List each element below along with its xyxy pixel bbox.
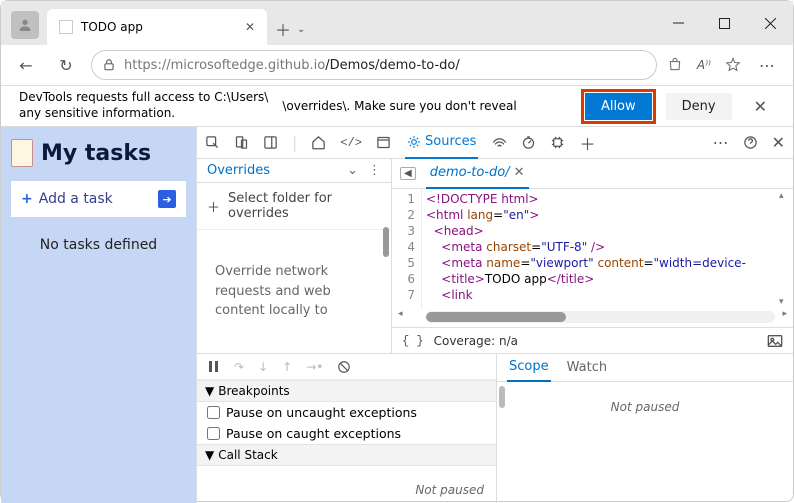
breakpoints-section[interactable]: ▼ Breakpoints — [197, 380, 496, 402]
coverage-bar: { } Coverage: n/a — [392, 327, 793, 353]
devtools-body: Overrides ⌄⋮ ＋Select folder for override… — [197, 159, 793, 353]
overrides-description: Override network requests and web conten… — [197, 230, 391, 353]
step-into-icon[interactable]: ↓ — [258, 360, 268, 374]
permission-message-2: \overrides\. Make sure you don't reveal — [282, 99, 571, 113]
clipboard-icon — [11, 139, 33, 167]
panel-more-icon[interactable]: ⋮ — [368, 163, 381, 178]
dismiss-bar-icon[interactable]: ✕ — [746, 97, 775, 116]
file-tab[interactable]: demo-to-do/ ✕ — [426, 159, 529, 189]
close-window-button[interactable] — [747, 7, 793, 39]
watch-tab[interactable]: Watch — [567, 360, 607, 375]
help-icon[interactable] — [743, 135, 758, 150]
pause-icon[interactable] — [207, 360, 220, 373]
scrollbar-thumb[interactable] — [383, 227, 389, 257]
window-titlebar: TODO app ✕ ＋ ⌄ — [1, 1, 793, 45]
favorite-icon[interactable] — [725, 57, 741, 73]
page-icon — [59, 20, 73, 34]
workspace: My tasks + Add a task ➔ No tasks defined… — [1, 127, 793, 503]
url-input[interactable]: https://microsoftedge.github.io/Demos/de… — [91, 50, 657, 80]
pause-caught-checkbox[interactable]: Pause on caught exceptions — [197, 423, 496, 444]
debugger-right: Scope Watch Not paused — [497, 354, 793, 503]
scope-scrollbar[interactable] — [499, 386, 505, 408]
chevron-down-icon[interactable]: ⌄ — [347, 163, 358, 178]
devtools-panel: | </> Sources ＋ ⋯ ✕ Overrides — [196, 127, 793, 503]
step-over-icon[interactable]: ↷ — [234, 360, 244, 374]
back-button[interactable]: ← — [11, 50, 41, 80]
lock-icon — [102, 58, 116, 72]
horizontal-scrollbar[interactable] — [426, 311, 775, 323]
address-bar: ← ↻ https://microsoftedge.github.io/Demo… — [1, 45, 793, 85]
tab-title: TODO app — [81, 20, 235, 34]
pause-uncaught-checkbox[interactable]: Pause on uncaught exceptions — [197, 402, 496, 423]
network-icon[interactable] — [492, 135, 507, 150]
pretty-print-icon[interactable]: { } — [402, 334, 424, 348]
select-folder-button[interactable]: ＋Select folder for overrides — [197, 183, 391, 230]
device-icon[interactable] — [234, 135, 249, 150]
deny-button[interactable]: Deny — [666, 93, 732, 120]
submit-task-icon[interactable]: ➔ — [158, 190, 176, 208]
sources-tab[interactable]: Sources — [405, 127, 478, 159]
shopping-icon[interactable] — [667, 57, 683, 73]
callstack-not-paused: Not paused — [197, 466, 496, 503]
more-icon[interactable]: ⋯ — [713, 133, 729, 152]
debugger-panel: ↷ ↓ ↑ →• ▼ Breakpoints Pause on uncaught… — [197, 353, 793, 503]
close-devtools-icon[interactable]: ✕ — [772, 133, 785, 152]
console-icon[interactable] — [376, 135, 391, 150]
debugger-toolbar: ↷ ↓ ↑ →• — [197, 354, 496, 380]
scope-tab[interactable]: Scope — [507, 354, 551, 382]
step-out-icon[interactable]: ↑ — [282, 360, 292, 374]
line-gutter: 1234567 — [392, 189, 422, 309]
code-editor[interactable]: 1234567 <!DOCTYPE html> <html lang="en">… — [392, 189, 793, 309]
new-tab-button[interactable]: ＋ ⌄ — [267, 17, 313, 41]
performance-icon[interactable] — [521, 135, 536, 150]
profile-icon[interactable] — [11, 11, 39, 39]
dock-icon[interactable] — [263, 135, 278, 150]
code-panel: ◀ demo-to-do/ ✕ 1234567 <!DOCTYPE html> … — [392, 159, 793, 353]
nav-files-icon[interactable]: ◀ — [400, 167, 416, 180]
image-icon[interactable] — [767, 334, 783, 348]
code-content: <!DOCTYPE html> <html lang="en"> <head> … — [422, 189, 793, 309]
maximize-button[interactable] — [701, 7, 747, 39]
close-file-icon[interactable]: ✕ — [514, 165, 525, 180]
step-icon[interactable]: →• — [306, 360, 323, 374]
todo-app-panel: My tasks + Add a task ➔ No tasks defined — [1, 127, 196, 503]
url-text: https://microsoftedge.github.io/Demos/de… — [124, 58, 646, 73]
empty-state: No tasks defined — [11, 237, 186, 253]
devtools-toolbar: | </> Sources ＋ ⋯ ✕ — [197, 127, 793, 159]
permission-message-1: DevTools requests full access to C:\User… — [19, 90, 268, 121]
settings-menu-icon[interactable]: ⋯ — [751, 56, 783, 75]
allow-button[interactable]: Allow — [585, 93, 652, 120]
window-controls — [655, 7, 793, 39]
tab-close-icon[interactable]: ✕ — [243, 20, 257, 34]
overrides-header[interactable]: Overrides ⌄⋮ — [197, 159, 391, 183]
more-tabs-icon[interactable]: ＋ — [579, 131, 595, 155]
callstack-section[interactable]: ▼ Call Stack — [197, 444, 496, 466]
memory-icon[interactable] — [550, 135, 565, 150]
minimize-button[interactable] — [655, 7, 701, 39]
add-task-input[interactable]: + Add a task ➔ — [11, 181, 186, 217]
app-title: My tasks — [11, 139, 186, 167]
elements-icon[interactable]: </> — [340, 136, 362, 150]
debugger-left: ↷ ↓ ↑ →• ▼ Breakpoints Pause on uncaught… — [197, 354, 497, 503]
vertical-scrollbar[interactable] — [779, 191, 791, 307]
welcome-icon[interactable] — [311, 135, 326, 150]
code-file-tabs: ◀ demo-to-do/ ✕ — [392, 159, 793, 189]
permission-bar: DevTools requests full access to C:\User… — [1, 85, 793, 127]
address-actions: A⁾⁾ — [667, 57, 741, 73]
deactivate-breakpoints-icon[interactable] — [337, 360, 351, 374]
scope-content: Not paused — [497, 382, 793, 503]
browser-tab[interactable]: TODO app ✕ — [47, 9, 267, 45]
overrides-panel: Overrides ⌄⋮ ＋Select folder for override… — [197, 159, 392, 353]
debugger-tabs: Scope Watch — [497, 354, 793, 382]
refresh-button[interactable]: ↻ — [51, 50, 81, 80]
inspect-icon[interactable] — [205, 135, 220, 150]
read-aloud-icon[interactable]: A⁾⁾ — [697, 58, 711, 72]
